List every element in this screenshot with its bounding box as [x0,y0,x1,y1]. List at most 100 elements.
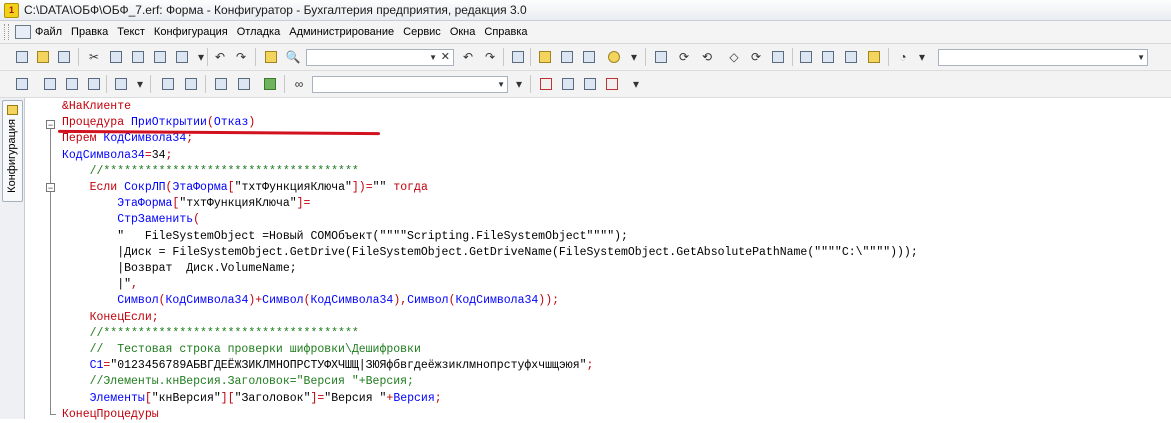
chevron-down-icon[interactable]: ▾ [132,76,148,92]
db-update-icon[interactable] [64,76,80,92]
print-icon[interactable] [160,76,176,92]
search-input[interactable]: ▼ ✕ [306,49,454,66]
print-preview-icon[interactable] [183,76,199,92]
menu-file[interactable]: Файл [35,26,62,38]
table-icon[interactable] [14,76,30,92]
delete-icon[interactable] [152,49,168,65]
tree-icon[interactable] [559,49,575,65]
chevron-down-icon[interactable]: ▾ [626,49,642,65]
code-token: "тхтФункцияКлюча" [179,197,297,211]
tree-list-icon[interactable] [236,76,252,92]
code-line[interactable]: |Возврат Диск.VolumeName; [62,261,296,277]
code-token: " FileSystemObject =Новый COMОбъект(""""… [62,229,628,243]
step-into-icon[interactable]: ⟳ [676,49,692,65]
code-line[interactable]: |Диск = FileSystemObject.GetDrive(FileSy… [62,245,918,261]
remove-bookmark-icon[interactable] [604,76,620,92]
menu-help[interactable]: Справка [484,26,527,38]
chevron-down-icon[interactable]: ▼ [497,80,505,89]
code-line[interactable]: // Тестовая строка проверки шифровки\Деш… [62,342,421,358]
undo-icon[interactable]: ↶ [212,49,228,65]
menu-administration[interactable]: Администрирование [289,26,394,38]
find-prev-icon[interactable]: ↶ [460,49,476,65]
copy-icon[interactable] [108,49,124,65]
watch-icon[interactable] [770,49,786,65]
run-to-cursor-icon[interactable]: ⟳ [748,49,764,65]
database-icon[interactable] [42,76,58,92]
add-bookmark-icon[interactable] [538,76,554,92]
code-token: КодСимвола34 [310,294,394,308]
code-token: "кнВерсия" [151,391,221,405]
code-line[interactable]: ЭтаФорма["тхтФункцияКлюча"]= [62,196,310,212]
code-line[interactable]: &НаКлиенте [62,99,131,115]
menu-grip[interactable] [4,24,9,40]
code-token: )); [538,294,560,308]
code-line[interactable]: Элементы["кнВерсия"]["Заголовок"]="Верси… [62,391,442,407]
settings-icon[interactable] [866,49,882,65]
code-line[interactable]: КонецЕсли; [62,310,159,326]
redo-icon[interactable]: ↷ [233,49,249,65]
format-icon[interactable] [581,49,597,65]
replace-icon[interactable] [510,49,526,65]
code-token: "Заголовок" [234,391,311,405]
search-icon[interactable]: 🔍 [285,49,301,65]
sidebar-tab-configuration[interactable]: Конфигурация [2,100,23,202]
menu-windows[interactable]: Окна [450,26,476,38]
fold-toggle-if[interactable]: − [46,183,55,193]
prev-bookmark-icon[interactable] [582,76,598,92]
code-line[interactable]: Процедура ПриОткрытии(Отказ) [62,115,255,131]
chevron-down-icon[interactable]: ▼ [429,53,437,62]
code-line[interactable]: КонецПроцедуры [62,407,159,423]
info-icon[interactable] [606,49,622,65]
main-menu-icon[interactable] [15,25,31,39]
code-line[interactable]: //************************************* [62,164,359,180]
new-file-icon[interactable] [14,49,30,65]
code-line[interactable]: //Элементы.кнВерсия.Заголовок="Версия "+… [62,374,414,390]
menu-edit[interactable]: Правка [71,26,108,38]
context-combo[interactable]: ▼ [938,49,1148,66]
calc-icon[interactable] [843,49,859,65]
clear-icon[interactable]: ✕ [441,50,450,63]
breakpoint-icon[interactable] [653,49,669,65]
paste-icon[interactable] [130,49,146,65]
link-icon[interactable]: ∞ [291,76,307,92]
next-bookmark-icon[interactable] [560,76,576,92]
syntax-assistant-icon[interactable] [537,49,553,65]
list-icon[interactable] [213,76,229,92]
code-line[interactable]: КодСимвола34=34; [62,148,172,164]
window-icon[interactable] [798,49,814,65]
menu-service[interactable]: Сервис [403,26,441,38]
menu-debug[interactable]: Отладка [237,26,280,38]
code-line[interactable]: " FileSystemObject =Новый COMОбъект(""""… [62,229,628,245]
chevron-down-icon[interactable]: ▾ [628,76,644,92]
code-line[interactable]: Символ(КодСимвола34)+Символ(КодСимвола34… [62,293,559,309]
chevron-down-icon[interactable]: ▾ [914,49,930,65]
module-icon[interactable] [113,76,129,92]
clock-icon[interactable]: ◔ [895,49,911,65]
fold-toggle-procedure[interactable]: − [46,120,55,130]
code-line[interactable]: СтрЗаменить( [62,212,200,228]
code-line[interactable]: |", [62,277,138,293]
code-line[interactable]: Перем КодСимвола34; [62,131,193,147]
check-icon[interactable] [262,76,278,92]
save-icon[interactable] [56,49,72,65]
chevron-down-icon[interactable]: ▾ [511,76,527,92]
cut-icon[interactable]: ✂ [86,49,102,65]
menu-text[interactable]: Текст [117,26,145,38]
code-line[interactable]: С1="0123456789АБВГДЕЁЖЗИКЛМНОПРСТУФХЧШЩ|… [62,358,594,374]
procedure-combo[interactable]: ▼ [312,76,508,93]
menu-configuration[interactable]: Конфигурация [154,26,228,38]
find-icon[interactable] [174,49,190,65]
code-line[interactable]: Если СокрЛП(ЭтаФорма["тхтФункцияКлюча"])… [62,180,428,196]
search-folder-icon[interactable] [263,49,279,65]
code-line[interactable]: //************************************* [62,326,359,342]
chevron-down-icon[interactable]: ▼ [1137,53,1145,62]
step-out-icon[interactable]: ◇ [726,49,742,65]
find-next-icon[interactable]: ↷ [482,49,498,65]
properties-icon[interactable] [86,76,102,92]
code-token: ЭтаФорма [172,181,228,194]
windows-icon[interactable] [820,49,836,65]
code-token: ), [393,294,408,308]
step-over-icon[interactable]: ⟲ [699,49,715,65]
open-folder-icon[interactable] [35,49,51,65]
code-token: //************************************* [62,326,359,340]
